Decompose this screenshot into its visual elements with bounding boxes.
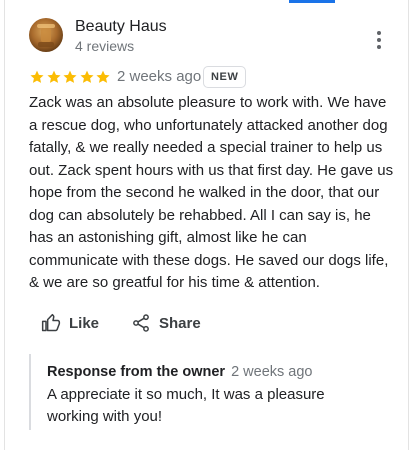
like-label: Like bbox=[69, 314, 100, 332]
thumbs-up-icon bbox=[41, 313, 61, 332]
star-icon bbox=[96, 70, 110, 83]
star-rating bbox=[29, 67, 112, 87]
share-label: Share bbox=[159, 314, 201, 332]
star-icon bbox=[79, 70, 94, 83]
new-badge: NEW bbox=[203, 66, 247, 88]
share-icon bbox=[133, 314, 149, 332]
owner-response-text: A appreciate it so much, It was a pleasu… bbox=[47, 386, 325, 425]
owner-response-title: Response from the owner bbox=[47, 364, 226, 380]
more-options-icon[interactable] bbox=[371, 28, 389, 52]
review-meta: 2 weeks ago NEW bbox=[29, 66, 389, 89]
like-button[interactable]: Like bbox=[41, 310, 99, 336]
owner-response: Response from the owner 2 weeks ago A app… bbox=[29, 354, 389, 430]
avatar[interactable] bbox=[29, 18, 63, 52]
star-icon bbox=[63, 70, 77, 83]
owner-response-date: 2 weeks ago bbox=[231, 364, 313, 380]
review-text: Zack was an absolute pleasure to work wi… bbox=[29, 94, 394, 291]
reviewer-header: Beauty Haus 4 reviews bbox=[29, 16, 389, 58]
owner-response-header: Response from the owner 2 weeks ago bbox=[47, 364, 312, 380]
review-actions: Like Share bbox=[41, 310, 361, 336]
review-card: Beauty Haus 4 reviews 2 weeks ago NEW Za… bbox=[4, 0, 409, 450]
star-icon bbox=[46, 70, 61, 83]
review-date: 2 weeks ago bbox=[117, 68, 202, 85]
reviewer-name[interactable]: Beauty Haus bbox=[75, 18, 167, 36]
star-icon bbox=[30, 70, 44, 83]
share-button[interactable]: Share bbox=[131, 310, 201, 336]
reviewer-review-count: 4 reviews bbox=[75, 38, 135, 54]
